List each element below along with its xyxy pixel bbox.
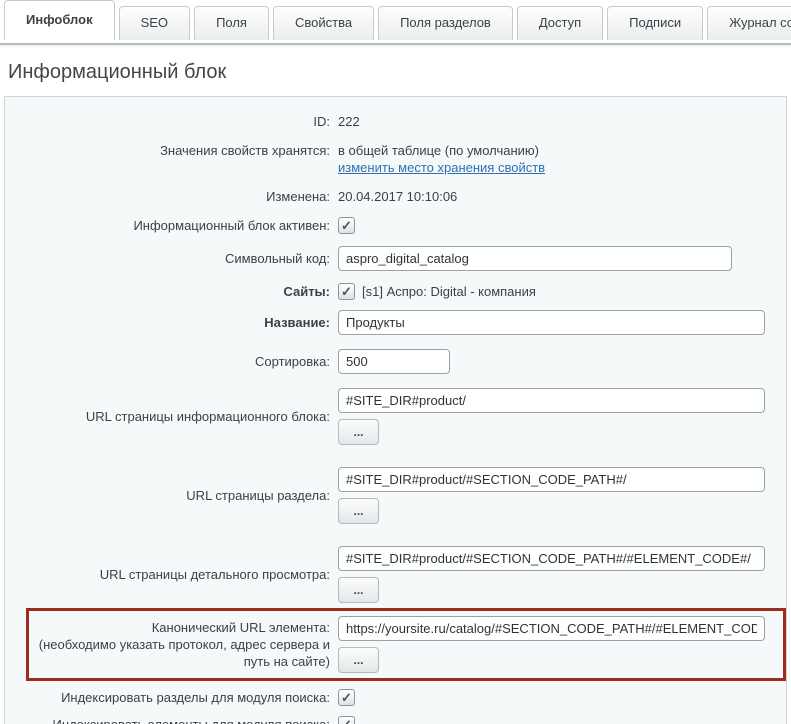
canonical-url-browse-button[interactable]: ... xyxy=(338,647,379,673)
field-row-sites: Сайты: ✓ [s1] Аспро: Digital - компания xyxy=(5,283,786,300)
name-label: Название: xyxy=(5,314,338,331)
checkmark-icon: ✓ xyxy=(341,217,352,234)
site-value: [s1] Аспро: Digital - компания xyxy=(362,283,536,300)
index-elements-label: Индексировать элементы для модуля поиска… xyxy=(5,716,338,724)
tab-event-log[interactable]: Журнал событий xyxy=(707,6,791,40)
field-row-code: Символьный код: xyxy=(5,246,786,271)
url-iblock-input[interactable] xyxy=(338,388,765,413)
url-detail-input[interactable] xyxy=(338,546,765,571)
page-title: Информационный блок xyxy=(8,61,791,84)
sort-label: Сортировка: xyxy=(5,353,338,370)
tab-seo[interactable]: SEO xyxy=(119,6,190,40)
storage-label: Значения свойств хранятся: xyxy=(5,142,338,159)
url-section-input[interactable] xyxy=(338,467,765,492)
canonical-label: Канонический URL элемента: (необходимо у… xyxy=(29,619,338,670)
change-storage-link[interactable]: изменить место хранения свойств xyxy=(338,159,545,176)
url-iblock-browse-button[interactable]: ... xyxy=(338,419,379,445)
canonical-url-input[interactable] xyxy=(338,616,765,641)
index-elements-checkbox[interactable]: ✓ xyxy=(338,716,355,724)
checkmark-icon: ✓ xyxy=(341,283,352,300)
field-row-sort: Сортировка: xyxy=(5,349,786,374)
name-input[interactable] xyxy=(338,310,765,335)
modified-value: 20.04.2017 10:10:06 xyxy=(338,188,457,205)
url-section-browse-button[interactable]: ... xyxy=(338,498,379,524)
code-label: Символьный код: xyxy=(5,250,338,267)
symbolic-code-input[interactable] xyxy=(338,246,732,271)
field-row-id: ID: 222 xyxy=(5,113,786,130)
tab-section-fields[interactable]: Поля разделов xyxy=(378,6,513,40)
field-row-modified: Изменена: 20.04.2017 10:10:06 xyxy=(5,188,786,205)
active-label: Информационный блок активен: xyxy=(5,217,338,234)
field-row-url-section: URL страницы раздела: ... xyxy=(5,467,786,524)
field-row-name: Название: xyxy=(5,310,786,335)
id-value: 222 xyxy=(338,113,360,130)
url-section-label: URL страницы раздела: xyxy=(5,487,338,504)
canonical-url-highlight-box: Канонический URL элемента: (необходимо у… xyxy=(26,608,786,681)
tab-properties[interactable]: Свойства xyxy=(273,6,374,40)
sites-label: Сайты: xyxy=(5,283,338,300)
url-detail-browse-button[interactable]: ... xyxy=(338,577,379,603)
index-sections-label: Индексировать разделы для модуля поиска: xyxy=(5,689,338,706)
canonical-label-main: Канонический URL элемента: xyxy=(29,619,330,636)
site-checkbox[interactable]: ✓ xyxy=(338,283,355,300)
checkmark-icon: ✓ xyxy=(341,689,352,706)
canonical-label-note: (необходимо указать протокол, адрес серв… xyxy=(29,636,330,670)
modified-label: Изменена: xyxy=(5,188,338,205)
field-row-url-detail: URL страницы детального просмотра: ... xyxy=(5,546,786,603)
tab-fields[interactable]: Поля xyxy=(194,6,269,40)
index-sections-checkbox[interactable]: ✓ xyxy=(338,689,355,706)
tab-bar-underline xyxy=(0,40,791,48)
tab-access[interactable]: Доступ xyxy=(517,6,603,40)
checkmark-icon: ✓ xyxy=(341,716,352,724)
sort-input[interactable] xyxy=(338,349,450,374)
storage-value: в общей таблице (по умолчанию) xyxy=(338,142,539,159)
infoblock-form-panel: ID: 222 Значения свойств хранятся: в общ… xyxy=(4,96,787,724)
field-row-storage: Значения свойств хранятся: в общей табли… xyxy=(5,142,786,176)
tab-infoblock[interactable]: Инфоблок xyxy=(4,0,115,40)
id-label: ID: xyxy=(5,113,338,130)
field-row-url-iblock: URL страницы информационного блока: ... xyxy=(5,388,786,445)
field-row-index-sections: Индексировать разделы для модуля поиска:… xyxy=(5,689,786,706)
url-iblock-label: URL страницы информационного блока: xyxy=(5,408,338,425)
field-row-index-elements: Индексировать элементы для модуля поиска… xyxy=(5,716,786,724)
active-checkbox[interactable]: ✓ xyxy=(338,217,355,234)
url-detail-label: URL страницы детального просмотра: xyxy=(5,566,338,583)
tab-bar: Инфоблок SEO Поля Свойства Поля разделов… xyxy=(0,0,791,40)
field-row-active: Информационный блок активен: ✓ xyxy=(5,217,786,234)
tab-captions[interactable]: Подписи xyxy=(607,6,703,40)
